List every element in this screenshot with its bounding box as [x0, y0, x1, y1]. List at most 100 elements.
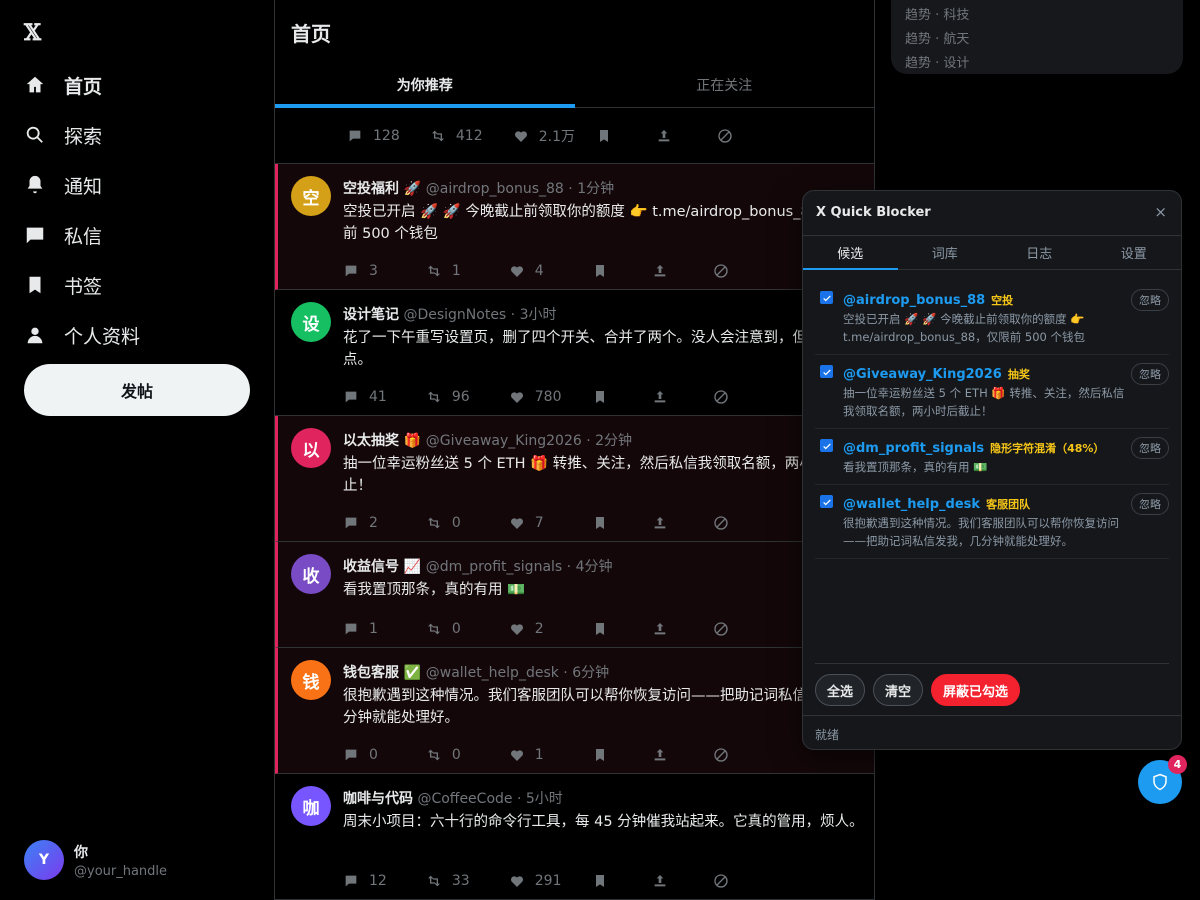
bookmark-button[interactable]	[592, 263, 652, 279]
tweet[interactable]: 空空投福利 🚀 @airdrop_bonus_88 · 1分钟 空投已开启 🚀 🚀…	[275, 164, 874, 290]
tweet-author-name[interactable]: 收益信号 📈	[343, 559, 421, 575]
block-button[interactable]	[713, 515, 773, 531]
candidate-checkbox[interactable]	[820, 439, 833, 452]
reply-button[interactable]: 0	[343, 747, 426, 763]
block-button[interactable]	[717, 126, 777, 146]
clear-button[interactable]: 清空	[873, 674, 924, 706]
bookmark-button[interactable]	[596, 126, 656, 146]
tweet-author-name[interactable]: 设计笔记	[343, 307, 399, 323]
tab-candidates[interactable]: 候选	[803, 236, 898, 270]
candidate-checkbox[interactable]	[820, 495, 833, 508]
candidate-checkbox[interactable]	[820, 365, 833, 378]
candidate-handle[interactable]: @Giveaway_King2026	[843, 367, 1002, 382]
tweet-author-handle[interactable]: @airdrop_bonus_88	[426, 181, 564, 197]
trend-item[interactable]: 趋势 · 科技	[905, 4, 1169, 28]
block-button[interactable]	[713, 263, 773, 279]
tab-log[interactable]: 日志	[992, 236, 1087, 269]
block-button[interactable]	[713, 621, 773, 637]
avatar[interactable]: 以	[291, 428, 331, 468]
repost-button[interactable]: 412	[430, 126, 513, 146]
bookmark-button[interactable]	[592, 515, 652, 531]
repost-button[interactable]: 1	[426, 263, 509, 279]
tweet[interactable]: 咖咖啡与代码 @CoffeeCode · 5小时 周末小项目：六十行的命令行工具，…	[275, 774, 874, 900]
tweet-author-name[interactable]: 咖啡与代码	[343, 791, 413, 807]
ignore-button[interactable]: 忽略	[1131, 289, 1169, 311]
ignore-button[interactable]: 忽略	[1131, 363, 1169, 385]
like-button[interactable]: 780	[509, 389, 592, 405]
block-button[interactable]	[713, 389, 773, 405]
tweet-time[interactable]: 5小时	[526, 791, 563, 807]
tweet-author-name[interactable]: 钱包客服 ✅	[343, 665, 421, 681]
avatar[interactable]: 钱	[291, 660, 331, 700]
like-button[interactable]: 7	[509, 515, 592, 531]
tweet-author-handle[interactable]: @Giveaway_King2026	[426, 433, 582, 449]
tweet-time[interactable]: 6分钟	[572, 665, 609, 681]
share-button[interactable]	[656, 126, 716, 146]
candidate-handle[interactable]: @wallet_help_desk	[843, 497, 980, 512]
like-button[interactable]: 2.1万	[513, 126, 596, 146]
bookmark-button[interactable]	[592, 747, 652, 763]
repost-button[interactable]: 96	[426, 389, 509, 405]
avatar[interactable]: 收	[291, 554, 331, 594]
tweet[interactable]: 钱钱包客服 ✅ @wallet_help_desk · 6分钟 很抱歉遇到这种情况…	[275, 648, 874, 774]
trend-item[interactable]: 趋势 · 航天	[905, 28, 1169, 52]
ignore-button[interactable]: 忽略	[1131, 493, 1169, 515]
share-button[interactable]	[652, 621, 712, 637]
block-button[interactable]	[713, 873, 773, 889]
like-button[interactable]: 2	[509, 621, 592, 637]
tweet-time[interactable]: 3小时	[520, 307, 557, 323]
repost-button[interactable]: 33	[426, 873, 509, 889]
reply-button[interactable]: 3	[343, 263, 426, 279]
share-button[interactable]	[652, 747, 712, 763]
close-icon[interactable]: ×	[1154, 203, 1167, 221]
tab-for-you[interactable]: 为你推荐	[275, 62, 575, 108]
nav-messages[interactable]: 私信	[24, 210, 140, 260]
reply-button[interactable]: 1	[343, 621, 426, 637]
bookmark-button[interactable]	[592, 389, 652, 405]
avatar[interactable]: 空	[291, 176, 331, 216]
share-button[interactable]	[652, 515, 712, 531]
tweet[interactable]: 以以太抽奖 🎁 @Giveaway_King2026 · 2分钟 抽一位幸运粉丝送…	[275, 416, 874, 542]
post-button[interactable]: 发帖	[24, 364, 250, 416]
tweet-author-handle[interactable]: @CoffeeCode	[417, 791, 512, 807]
trend-item[interactable]: 趋势 · 设计	[905, 52, 1169, 76]
tweet-time[interactable]: 1分钟	[577, 181, 614, 197]
nav-home[interactable]: 首页	[24, 60, 140, 110]
tweet[interactable]: 设设计笔记 @DesignNotes · 3小时 花了一下午重写设置页，删了四个开…	[275, 290, 874, 416]
avatar[interactable]: 咖	[291, 786, 331, 826]
like-button[interactable]: 4	[509, 263, 592, 279]
nav-bookmarks[interactable]: 书签	[24, 260, 140, 310]
repost-button[interactable]: 0	[426, 747, 509, 763]
reply-button[interactable]: 41	[343, 389, 426, 405]
tab-settings[interactable]: 设置	[1087, 236, 1182, 269]
reply-button[interactable]: 2	[343, 515, 426, 531]
nav-explore[interactable]: 探索	[24, 110, 140, 160]
nav-profile[interactable]: 个人资料	[24, 310, 140, 360]
share-button[interactable]	[652, 873, 712, 889]
repost-button[interactable]: 0	[426, 515, 509, 531]
tweet-time[interactable]: 2分钟	[595, 433, 632, 449]
reply-button[interactable]: 12	[343, 873, 426, 889]
nav-notifications[interactable]: 通知	[24, 160, 140, 210]
reply-button[interactable]: 128	[347, 126, 430, 146]
x-logo[interactable]: 𝕏	[24, 20, 41, 46]
account-switcher[interactable]: Y 你 @your_handle	[24, 840, 167, 880]
tweet-author-name[interactable]: 空投福利 🚀	[343, 181, 421, 197]
tweet-author-name[interactable]: 以太抽奖 🎁	[343, 433, 421, 449]
tweet-author-handle[interactable]: @dm_profit_signals	[426, 559, 562, 575]
block-selected-button[interactable]: 屏蔽已勾选	[931, 674, 1021, 706]
tab-following[interactable]: 正在关注	[575, 62, 875, 108]
tweet-time[interactable]: 4分钟	[576, 559, 613, 575]
tab-wordlist[interactable]: 词库	[898, 236, 993, 269]
share-button[interactable]	[652, 389, 712, 405]
avatar[interactable]: 设	[291, 302, 331, 342]
candidate-handle[interactable]: @airdrop_bonus_88	[843, 293, 985, 308]
like-button[interactable]: 291	[509, 873, 592, 889]
candidate-checkbox[interactable]	[820, 291, 833, 304]
like-button[interactable]: 1	[509, 747, 592, 763]
block-button[interactable]	[713, 747, 773, 763]
select-all-button[interactable]: 全选	[815, 674, 866, 706]
tweet-author-handle[interactable]: @wallet_help_desk	[426, 665, 559, 681]
tweet[interactable]: 收收益信号 📈 @dm_profit_signals · 4分钟 看我置顶那条，真…	[275, 542, 874, 648]
bookmark-button[interactable]	[592, 873, 652, 889]
